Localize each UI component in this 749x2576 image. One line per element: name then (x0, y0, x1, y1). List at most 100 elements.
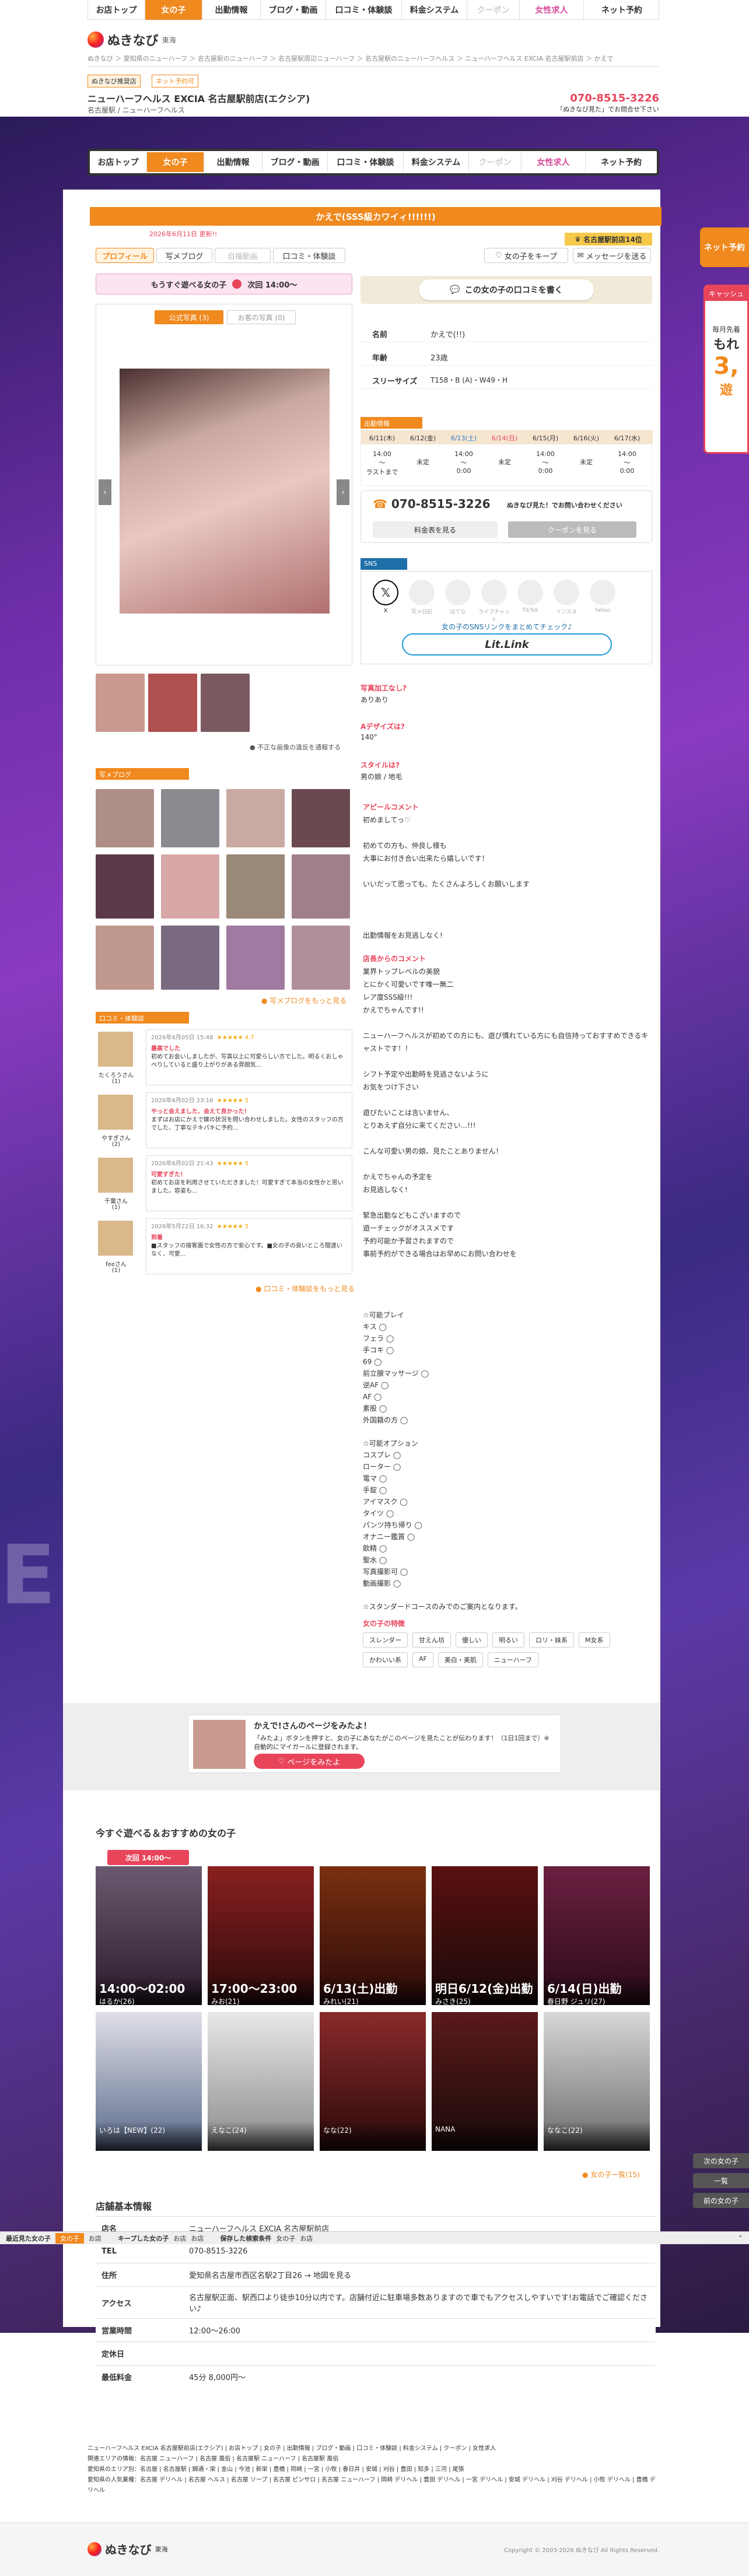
prev-photo-arrow[interactable]: ‹ (99, 479, 111, 505)
side-reserve-button[interactable]: ネット予約 (700, 227, 749, 267)
coupon-button[interactable]: クーポンを見る (508, 521, 636, 538)
keep-girl-button[interactable]: ♡ 女の子をキープ (484, 248, 568, 263)
nav-girls[interactable]: 女の子 (145, 0, 202, 20)
tag-chip[interactable]: かわいい系 (363, 1652, 408, 1667)
breadcrumb-item[interactable]: 名古屋駅周辺ニューハーフ (278, 55, 355, 62)
yahoo-icon[interactable] (590, 580, 615, 605)
tag-chip[interactable]: 優しい (456, 1632, 488, 1648)
hatena-icon[interactable] (445, 580, 471, 605)
prev-girl-button[interactable]: 前の女の子 (693, 2193, 749, 2208)
instagram-icon[interactable] (554, 580, 579, 605)
tab-video[interactable]: 自撮動画 (215, 248, 271, 263)
breadcrumb-item[interactable]: 愛知県のニューハーフ (124, 55, 187, 62)
nav-price[interactable]: 料金システム (402, 0, 467, 20)
review-item[interactable]: 千葉さん (1) 2026年6月02日 21:43 ★★★★★ 5 可愛すぎた！… (96, 1155, 352, 1214)
next-girl-button[interactable]: 次の女の子 (693, 2153, 749, 2168)
photo-tab-official[interactable]: 公式写真 (3) (155, 310, 223, 324)
blog-thumb[interactable] (161, 789, 219, 847)
nav-blog[interactable]: ブログ・動画 (261, 0, 326, 20)
logo[interactable]: ぬきなび 東海 (88, 30, 176, 49)
breadcrumb-item[interactable]: 名古屋駅のニューハーフ (198, 55, 268, 62)
footer-line[interactable]: ニューハーフヘルス EXCIA 名古屋駅前店(エクシア) | お店トップ | 女… (88, 2444, 659, 2454)
thumbnail-photo[interactable] (96, 674, 145, 732)
keep-tab-girls[interactable]: お店 (173, 2234, 186, 2243)
nav-girls[interactable]: 女の子 (147, 152, 204, 172)
girl-card[interactable]: いろは【NEW】(22) (96, 2012, 202, 2151)
reviews-more-link[interactable]: ● 口コミ・体験談をもっと見る (256, 1284, 355, 1294)
tag-chip[interactable]: 美白・美肌 (438, 1652, 483, 1667)
tag-chip[interactable]: 甘えん坊 (412, 1632, 451, 1648)
write-review-pill[interactable]: 💬 この女の子の口コミを書く (419, 279, 594, 300)
tag-chip[interactable]: ロリ・妹系 (529, 1632, 574, 1648)
contact-phone[interactable]: ☎ 070-8515-3226 (373, 497, 491, 511)
litlink-button[interactable]: Lit.Link (402, 633, 612, 656)
girl-card[interactable]: えなこ(24) (208, 2012, 314, 2151)
nav-blog[interactable]: ブログ・動画 (262, 152, 328, 172)
saved-tab-girls[interactable]: 女の子 (276, 2234, 295, 2243)
nav-schedule[interactable]: 出勤情報 (202, 0, 261, 20)
nav-shop-top[interactable]: お店トップ (90, 152, 147, 172)
footer-line[interactable]: 愛知県のエリア別：名古屋 | 名古屋駅 | 錦通・栄 | 金山 | 今池 | 新… (88, 2465, 659, 2475)
blog-thumb[interactable] (226, 926, 285, 990)
girl-card[interactable]: NANA (432, 2012, 538, 2151)
girl-card[interactable]: 6/13(土)出勤 みれい(21) (320, 1866, 426, 2005)
blog-more-link[interactable]: ● 写メブログをもっと見る (261, 996, 346, 1005)
blog-thumb[interactable] (96, 854, 154, 919)
collapse-icon[interactable]: ⌃ (738, 2234, 743, 2242)
photo-tab-guest[interactable]: お客の写真 (0) (227, 310, 296, 324)
tag-chip[interactable]: AF (412, 1652, 433, 1667)
footer-line[interactable]: 関連エリアの情報：名古屋 ニューハーフ | 名古屋 風俗 | 名古屋駅 ニューハ… (88, 2454, 659, 2465)
keep-tab-shops[interactable]: お店 (191, 2234, 204, 2243)
girl-card[interactable]: なな(22) (320, 2012, 426, 2151)
review-item[interactable]: feeさん (1) 2026年5月22日 16:32 ★★★★★ 5 到着 ■ス… (96, 1218, 352, 1277)
girl-card[interactable]: ななこ(22) (544, 2012, 650, 2151)
girl-list-button[interactable]: 一覧 (693, 2173, 749, 2188)
girl-card[interactable]: 17:00〜23:00 みお(21) (208, 1866, 314, 2005)
blog-thumb[interactable] (292, 789, 350, 847)
blog-thumb[interactable] (226, 789, 285, 847)
tag-chip[interactable]: M女系 (579, 1632, 610, 1648)
tiktok-icon[interactable] (517, 580, 543, 605)
next-photo-arrow[interactable]: › (337, 479, 349, 505)
history-tab-girls[interactable]: 女の子 (55, 2232, 84, 2244)
share-button[interactable]: ♡ ページをみたよ (254, 1754, 365, 1769)
nav-review[interactable]: 口コミ・体験談 (328, 152, 404, 172)
nav-reserve[interactable]: ネット予約 (586, 152, 657, 172)
nav-schedule[interactable]: 出勤情報 (204, 152, 262, 172)
breadcrumb-item[interactable]: ぬきなび (88, 55, 113, 62)
girl-card[interactable]: 14:00〜02:00 はるか(26) (96, 1866, 202, 2005)
photo-diary-icon[interactable] (409, 580, 435, 605)
footer-line[interactable]: 愛知県の人気業種：名古屋 デリヘル | 名古屋 ヘルス | 名古屋 ソープ | … (88, 2475, 659, 2496)
report-photo-link[interactable]: ● 不正な画像の違反を通報する (250, 742, 341, 752)
nav-review[interactable]: 口コミ・体験談 (326, 0, 402, 20)
girl-list-link[interactable]: ● 女の子一覧(15) (582, 2170, 640, 2179)
girl-card[interactable]: 明日6/12(金)出勤 みさき(25) (432, 1866, 538, 2005)
shop-phone[interactable]: 070-8515-3226 「ぬきなび見た」でお問合せ下さい (556, 92, 659, 114)
tab-profile[interactable]: プロフィール (96, 248, 154, 263)
breadcrumb-item[interactable]: ニューハーフヘルス EXCIA 名古屋駅前店 (465, 55, 583, 62)
tag-chip[interactable]: スレンダー (363, 1632, 408, 1648)
write-review-button[interactable]: 💬 この女の子の口コミを書く (360, 276, 652, 304)
nav-reserve[interactable]: ネット予約 (584, 0, 660, 20)
shop-phone-number[interactable]: 070-8515-3226 (556, 92, 659, 104)
contact-phone-number[interactable]: 070-8515-3226 (391, 497, 491, 511)
nav-coupon[interactable]: クーポン (469, 152, 522, 172)
saved-tab-shops[interactable]: お店 (300, 2234, 313, 2243)
thumbnail-photo[interactable] (148, 674, 197, 732)
girl-card[interactable]: 6/14(日)出勤 春日野 ジュリ(27) (544, 1866, 650, 2005)
send-message-button[interactable]: ✉ メッセージを送る (573, 248, 651, 263)
review-item[interactable]: たくろうさん (1) 2026年6月05日 15:48 ★★★★★ 4.7 最高… (96, 1029, 352, 1088)
blog-thumb[interactable] (226, 854, 285, 919)
blog-thumb[interactable] (161, 926, 219, 990)
history-tab-shops[interactable]: お店 (89, 2234, 102, 2243)
main-photo[interactable] (120, 369, 330, 614)
nav-coupon[interactable]: クーポン (467, 0, 520, 20)
nav-shop-top[interactable]: お店トップ (88, 0, 145, 20)
blog-thumb[interactable] (96, 789, 154, 847)
blog-thumb[interactable] (96, 926, 154, 990)
breadcrumb-item[interactable]: 名古屋駅のニューハーフヘルス (365, 55, 454, 62)
footer-logo[interactable]: ぬきなび 東海 (88, 2540, 168, 2557)
tag-chip[interactable]: ニューハーフ (487, 1652, 538, 1667)
side-cashback-banner[interactable]: キャッシュ 毎月先着 もれ 3, 遊 (704, 285, 749, 454)
tag-chip[interactable]: 明るい (492, 1632, 524, 1648)
